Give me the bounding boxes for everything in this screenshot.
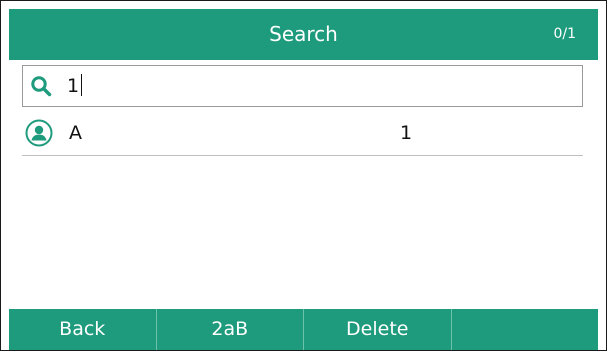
text-caret (81, 74, 83, 96)
search-value-text: 1 (67, 75, 80, 97)
search-input[interactable]: 1 (22, 65, 583, 107)
page-title: Search (269, 22, 338, 46)
search-icon (31, 76, 52, 97)
softkey-back[interactable]: Back (9, 309, 157, 350)
phone-screen: Search 0/1 1 A 1 Back 2aB Delete (0, 0, 607, 351)
result-counter: 0/1 (553, 26, 576, 42)
softkey-input-mode[interactable]: 2aB (157, 309, 304, 350)
contact-icon (25, 119, 53, 147)
softkey-delete[interactable]: Delete (304, 309, 452, 350)
softkey-empty[interactable] (452, 309, 599, 350)
softkey-bar: Back 2aB Delete (9, 309, 598, 350)
title-bar: Search 0/1 (9, 9, 598, 60)
contact-number: 1 (400, 122, 413, 144)
search-value: 1 (67, 66, 83, 106)
contact-name: A (69, 122, 82, 144)
list-item[interactable]: A 1 (22, 111, 583, 156)
